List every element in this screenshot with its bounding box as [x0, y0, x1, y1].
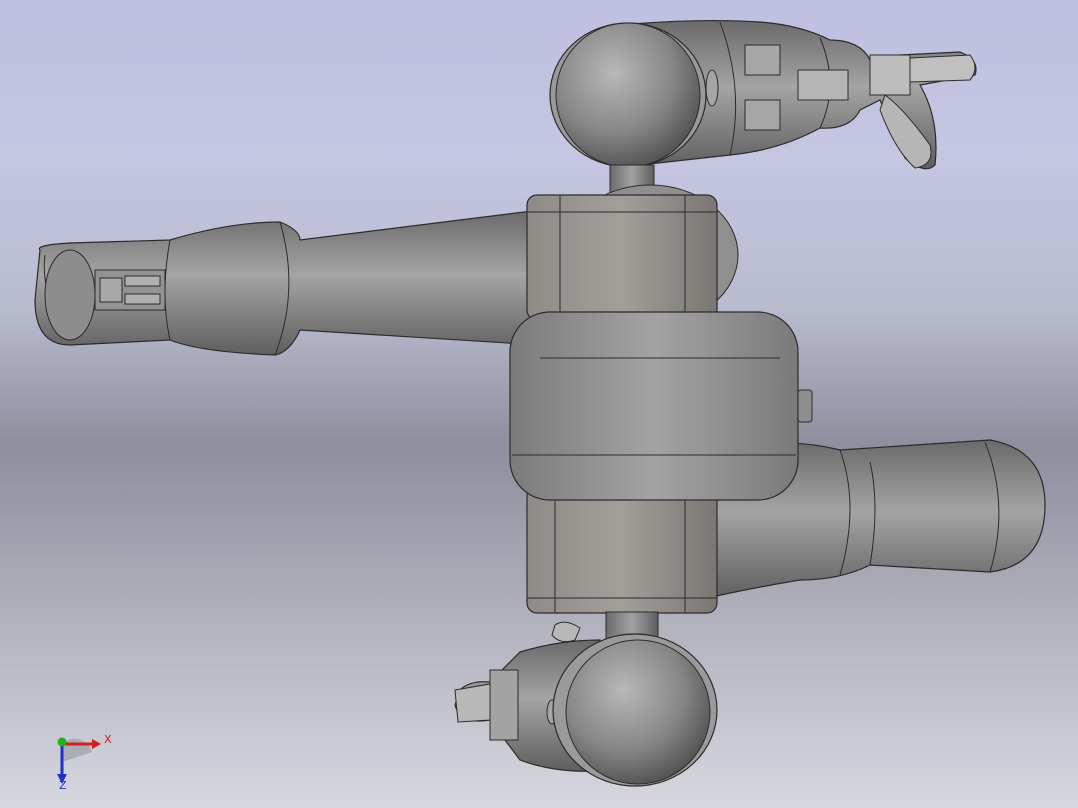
- left-arm[interactable]: [34, 209, 541, 356]
- y-axis-dot: [57, 737, 67, 747]
- top-arm[interactable]: [549, 19, 977, 201]
- x-axis-label: X: [104, 733, 112, 746]
- torso-upper-block[interactable]: [526, 184, 739, 326]
- torso-lower-block[interactable]: [526, 484, 718, 614]
- z-axis-label: Z: [59, 779, 67, 792]
- torso-center-body[interactable]: [509, 311, 813, 501]
- bottom-leg[interactable]: [454, 611, 718, 787]
- axis-triad: X Z: [40, 728, 120, 792]
- graphics-viewport[interactable]: [0, 0, 1078, 808]
- robot-model[interactable]: [0, 0, 1078, 808]
